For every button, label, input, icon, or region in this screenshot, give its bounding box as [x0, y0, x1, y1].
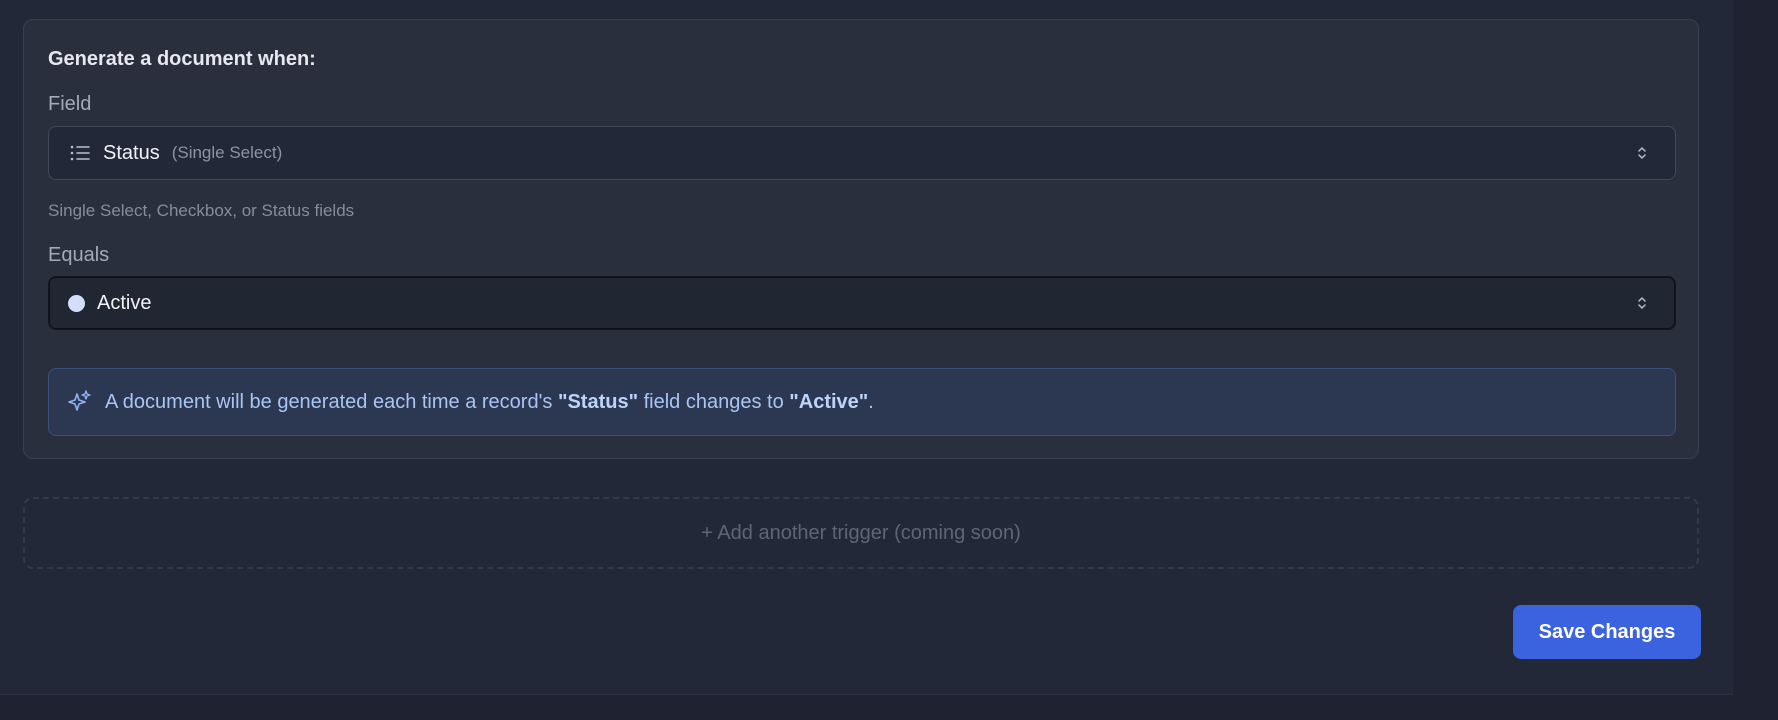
info-value-name: "Active" [789, 390, 869, 413]
add-trigger-button[interactable]: + Add another trigger (coming soon) [23, 497, 1699, 569]
field-helper-text: Single Select, Checkbox, or Status field… [48, 201, 355, 220]
chevron-up-down-icon [1637, 145, 1647, 161]
trigger-info-text: A document will be generated each time a… [105, 390, 874, 413]
equals-select[interactable]: Active [48, 276, 1676, 330]
trigger-info-banner: A document will be generated each time a… [48, 368, 1676, 436]
settings-panel: Generate a document when: Field Status (… [0, 0, 1733, 695]
save-changes-button[interactable]: Save Changes [1513, 605, 1701, 659]
field-select[interactable]: Status (Single Select) [48, 126, 1676, 180]
field-select-value: Status [103, 141, 160, 164]
info-field-name: "Status" [557, 390, 639, 413]
status-color-dot [68, 294, 85, 312]
trigger-title: Generate a document when: [48, 48, 316, 70]
field-label: Field [48, 93, 92, 115]
list-icon [69, 144, 91, 162]
equals-label: Equals [48, 244, 110, 266]
chevron-up-down-icon [1637, 295, 1647, 311]
sparkle-icon [67, 389, 93, 415]
field-select-type: (Single Select) [171, 143, 283, 162]
trigger-card: Generate a document when: Field Status (… [23, 19, 1699, 459]
equals-select-value: Active [97, 291, 152, 314]
